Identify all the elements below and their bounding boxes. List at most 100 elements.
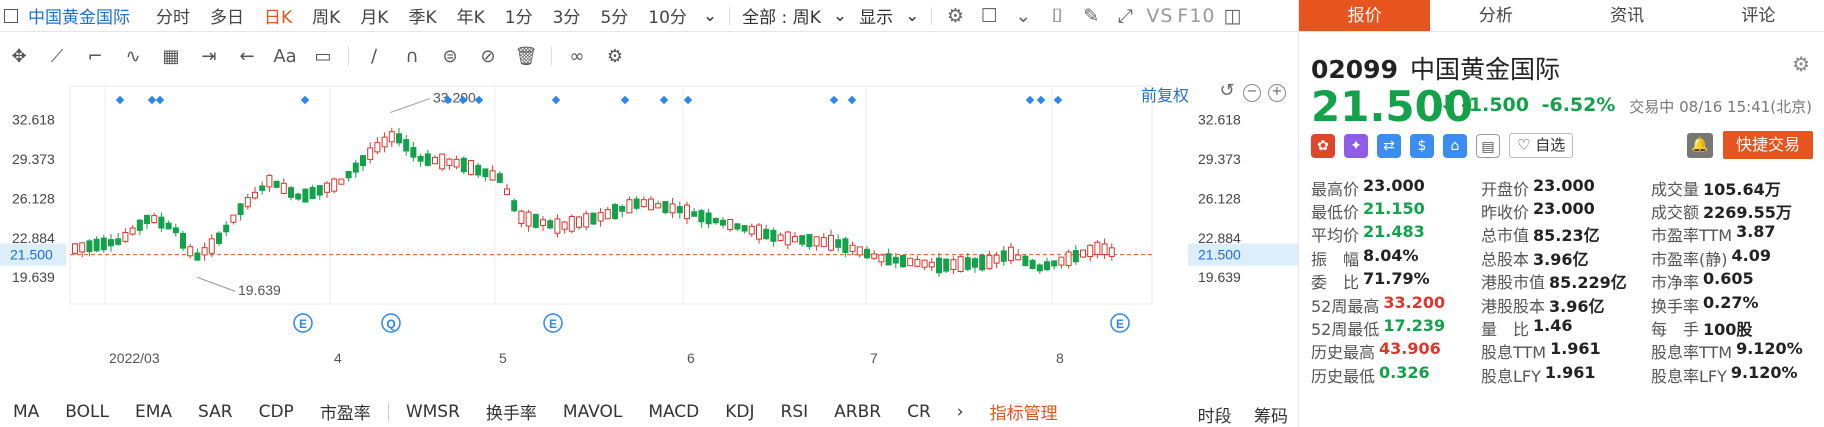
- timeframe-more-icon[interactable]: ⌄: [697, 6, 723, 26]
- indicator-tab[interactable]: BOLL: [52, 402, 122, 422]
- period-button[interactable]: 时段: [1185, 407, 1245, 427]
- timeframe-tab[interactable]: 多日: [200, 3, 254, 28]
- line-tool-icon[interactable]: ⟋: [38, 46, 76, 67]
- indicator-tab[interactable]: MAVOL: [550, 402, 635, 422]
- indicator-tab[interactable]: ARBR: [821, 402, 894, 422]
- quick-trade-button[interactable]: 快捷交易: [1723, 131, 1813, 159]
- timeframe-tab[interactable]: 日K: [254, 3, 302, 28]
- timeframe-tab[interactable]: 周K: [302, 3, 350, 28]
- add-watchlist-button[interactable]: ♡ 自选: [1509, 133, 1574, 158]
- indicator-tab[interactable]: SAR: [185, 402, 246, 422]
- settings-icon[interactable]: ⚙: [938, 5, 972, 27]
- candle-body: [1000, 250, 1007, 262]
- event-diamond: [1036, 95, 1046, 105]
- timeframe-tab[interactable]: 季K: [398, 3, 446, 28]
- eraser-icon[interactable]: ∕: [355, 46, 393, 67]
- polyline-tool-icon[interactable]: ⌐: [76, 46, 114, 67]
- window-icon[interactable]: [4, 8, 18, 23]
- bell-icon[interactable]: 🔔: [1687, 133, 1713, 158]
- kline-chart[interactable]: 2022/03 4 5 6 7 8 32.618 32.618 29.373 29.373 26.1…: [0, 76, 1298, 386]
- indicator-tab[interactable]: CR: [894, 402, 944, 422]
- panel-tab[interactable]: 资讯: [1562, 0, 1693, 31]
- stat-value: 0.27%: [1703, 292, 1759, 312]
- pencil-icon[interactable]: ✎: [1074, 5, 1108, 27]
- panel-tab[interactable]: 评论: [1693, 0, 1824, 31]
- candle-body: [136, 219, 143, 231]
- f10-button[interactable]: F10: [1177, 5, 1215, 27]
- timeframe-tab[interactable]: 分时: [146, 3, 200, 28]
- stat-cell: 最高价 23.000: [1311, 176, 1481, 200]
- gear-icon[interactable]: ⚙: [596, 46, 634, 67]
- candle-body: [756, 224, 762, 240]
- range-select[interactable]: 全部 : 周K: [736, 3, 827, 28]
- fib-tool-icon[interactable]: ▦: [152, 46, 190, 67]
- panel-toggle-icon[interactable]: ◫: [1216, 5, 1250, 27]
- indicator-tab[interactable]: RSI: [768, 402, 822, 422]
- stock-code: 02099: [1311, 55, 1398, 84]
- stat-value: 21.483: [1363, 222, 1425, 242]
- checkbox-icon[interactable]: ☐: [972, 5, 1006, 27]
- move-icon[interactable]: ✥: [0, 46, 38, 67]
- timeframe-tab[interactable]: 5分: [590, 3, 638, 28]
- chevron-down-icon[interactable]: ⌄: [1006, 5, 1040, 27]
- settings-icon[interactable]: ⚙: [1792, 52, 1810, 76]
- display-select[interactable]: 显示: [853, 3, 899, 28]
- indicator-tab[interactable]: 换手率: [473, 399, 550, 424]
- indicator-tab[interactable]: MA: [0, 402, 52, 422]
- stat-label: 总股本: [1481, 249, 1530, 269]
- candle-body: [532, 213, 539, 228]
- note-icon[interactable]: ▤: [1476, 133, 1500, 158]
- candle-body: [892, 256, 899, 264]
- indicator-tab[interactable]: CDP: [246, 402, 307, 422]
- trash-icon[interactable]: 🗑: [507, 46, 545, 67]
- kline-svg[interactable]: 2022/03 4 5 6 7 8 32.618 32.618 29.373 29.373 26.1…: [0, 76, 1298, 386]
- comment-tool-icon[interactable]: ▭: [304, 46, 342, 67]
- magnet-icon[interactable]: ∩: [393, 46, 431, 67]
- arrow-tool-icon[interactable]: ←: [228, 46, 266, 67]
- hide-icon[interactable]: ⊘: [469, 46, 507, 67]
- stats-row: 平均价 21.483 总市值 85.23亿 市盈率TTM 3.87: [1311, 222, 1821, 246]
- range-tool-icon[interactable]: ⇥: [190, 46, 228, 67]
- chevron-right-icon[interactable]: ›: [944, 402, 977, 422]
- chevron-down-icon[interactable]: ⌄: [827, 6, 853, 26]
- candle-body: [316, 185, 323, 196]
- fuquan-select[interactable]: 前复权: [1141, 82, 1189, 106]
- shuffle-icon[interactable]: ⇄: [1377, 133, 1401, 158]
- tag-icon[interactable]: ⌂: [1443, 133, 1467, 158]
- zoom-in-icon[interactable]: +: [1268, 84, 1286, 102]
- x-tick-label: 4: [334, 350, 342, 366]
- stat-cell: 港股市值 85.229亿: [1481, 269, 1651, 293]
- undo-icon[interactable]: ↺: [1218, 82, 1236, 102]
- panel-tab[interactable]: 分析: [1430, 0, 1561, 31]
- zoom-out-icon[interactable]: −: [1243, 84, 1261, 102]
- wave-tool-icon[interactable]: ∿: [114, 46, 152, 67]
- compare-vs-button[interactable]: VS: [1146, 5, 1173, 27]
- text-tool-icon[interactable]: Aa: [266, 46, 304, 67]
- timeframe-tab[interactable]: 年K: [447, 3, 495, 28]
- fullscreen-icon[interactable]: ⤢: [1108, 5, 1142, 27]
- indicator-tab[interactable]: KDJ: [712, 402, 767, 422]
- chips-button[interactable]: 筹码: [1250, 407, 1288, 427]
- dollar-icon[interactable]: $: [1410, 133, 1434, 158]
- indicator-tab[interactable]: WMSR: [393, 402, 473, 422]
- timeframe-tab[interactable]: 月K: [350, 3, 398, 28]
- candle-body: [792, 235, 798, 243]
- camera-icon[interactable]: ⌷: [1040, 5, 1074, 27]
- indicator-manager-button[interactable]: 指标管理: [977, 399, 1071, 424]
- chevron-down-icon[interactable]: ⌄: [899, 6, 925, 26]
- panel-tab[interactable]: 报价: [1299, 0, 1431, 31]
- star-icon[interactable]: ✦: [1344, 133, 1368, 158]
- candle-body: [432, 156, 438, 165]
- indicator-tab[interactable]: MACD: [635, 402, 712, 422]
- lock-icon[interactable]: ⊜: [431, 46, 469, 67]
- stock-name-link[interactable]: 中国黄金国际: [28, 3, 130, 28]
- timeframe-tab[interactable]: 3分: [543, 3, 591, 28]
- indicator-tab[interactable]: 市盈率: [307, 399, 384, 424]
- timeframe-tab[interactable]: 1分: [495, 3, 543, 28]
- hk-flag-icon[interactable]: ✿: [1311, 133, 1335, 158]
- event-marker-label: Q: [386, 317, 395, 331]
- link-icon[interactable]: ∞: [558, 46, 596, 67]
- indicator-tab[interactable]: EMA: [122, 402, 185, 422]
- timeframe-tab[interactable]: 10分: [638, 3, 697, 28]
- price-change: -1.500 -6.52%: [1461, 94, 1615, 116]
